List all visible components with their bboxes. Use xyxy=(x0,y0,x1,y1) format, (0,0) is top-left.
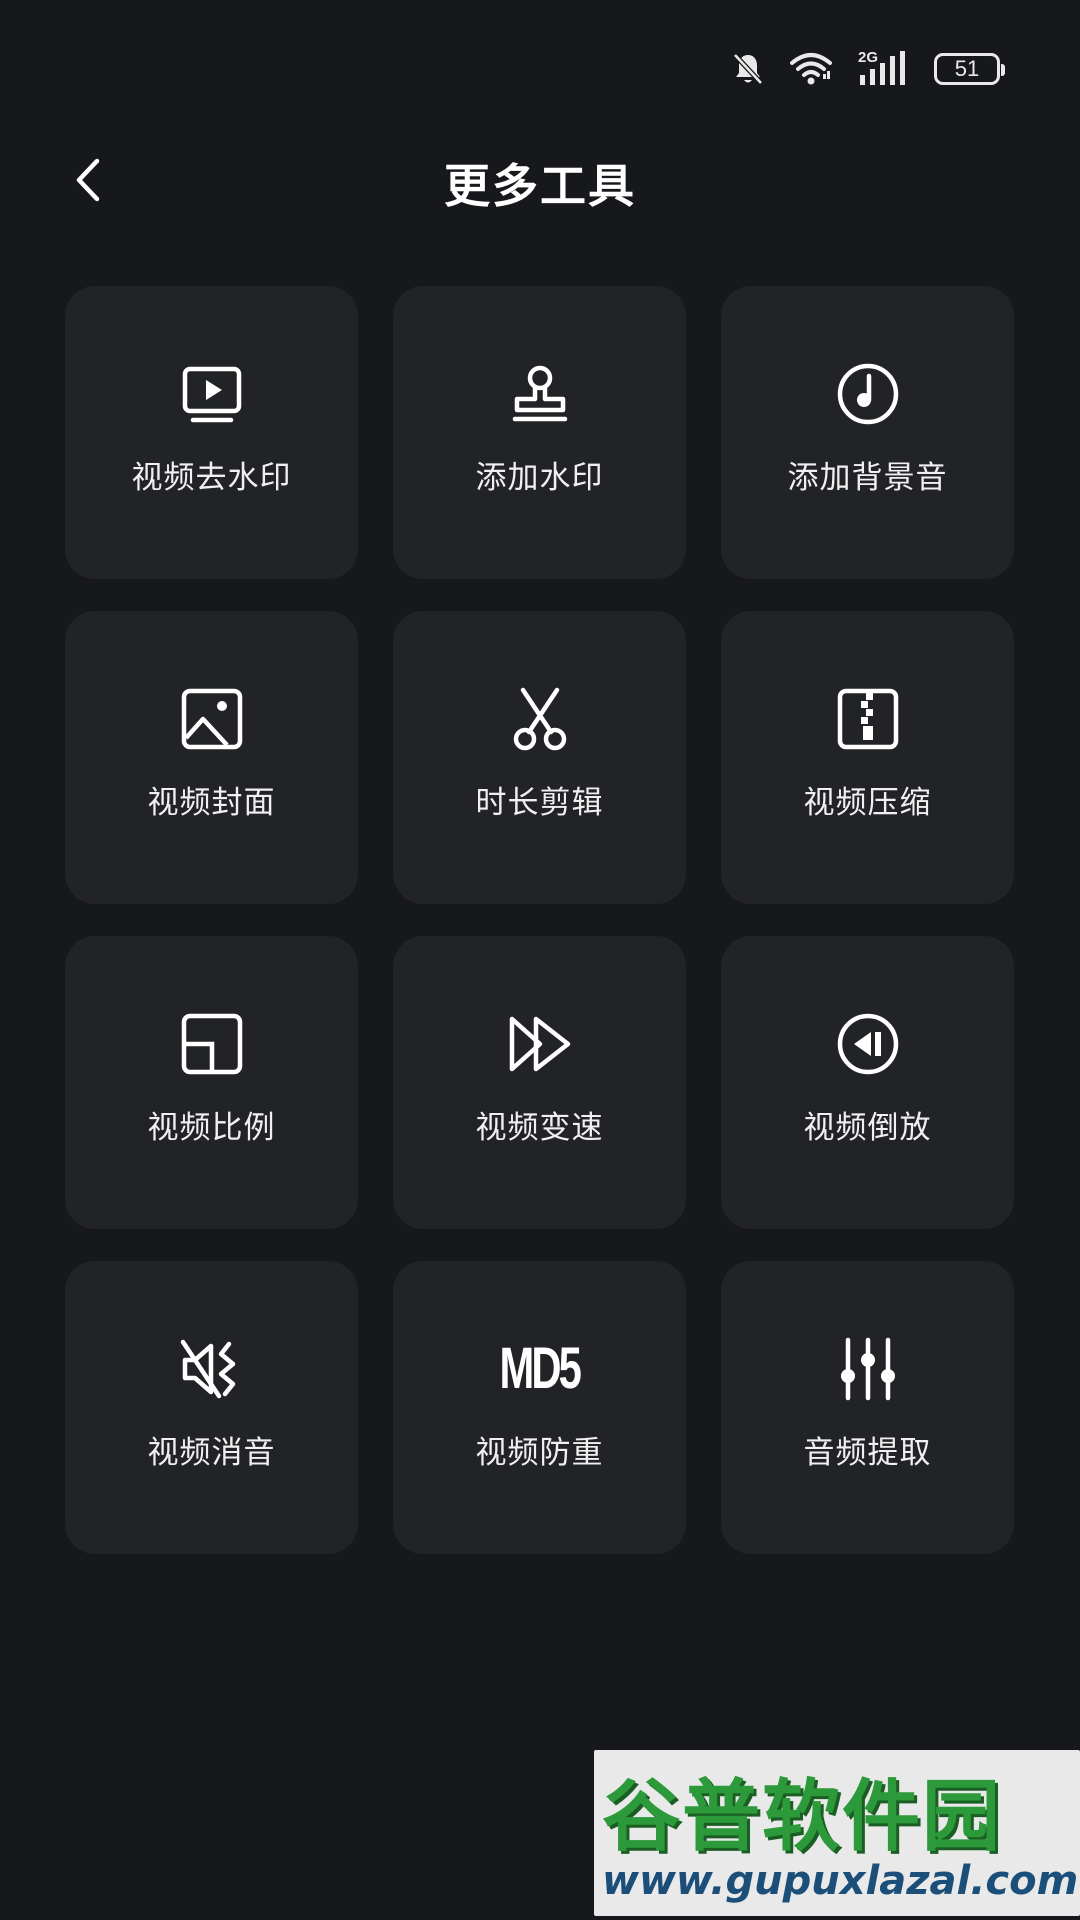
battery-level: 51 xyxy=(954,56,980,81)
md5-icon: MD5 xyxy=(500,1333,582,1405)
md5-icon-text: MD5 xyxy=(499,1336,582,1401)
tool-label: 添加背景音 xyxy=(787,460,948,496)
watermark-name: 谷普软件园 xyxy=(602,1772,1003,1862)
zip-icon xyxy=(832,683,904,755)
tool-label: 视频消音 xyxy=(147,1435,276,1471)
tool-label: 音频提取 xyxy=(803,1435,932,1471)
equalizer-icon xyxy=(832,1333,904,1405)
scissors-icon xyxy=(504,683,576,755)
tool-audio-extract[interactable]: 音频提取 xyxy=(721,1261,1014,1554)
watermark-url: www.gupuxlazal.com xyxy=(602,1858,1079,1904)
tools-grid: 视频去水印 添加水印 添加背景音 视频封面 时长剪辑 视频压缩 视频比例 视频变… xyxy=(65,286,1014,1554)
mute-icon xyxy=(176,1333,248,1405)
tool-label: 添加水印 xyxy=(475,460,604,496)
tool-label: 视频压缩 xyxy=(803,785,932,821)
tool-aspect-ratio[interactable]: 视频比例 xyxy=(65,936,358,1229)
tool-label: 视频去水印 xyxy=(131,460,292,496)
tool-label: 视频防重 xyxy=(475,1435,604,1471)
status-bar: 2G 51 xyxy=(732,44,1005,94)
tool-speed[interactable]: 视频变速 xyxy=(393,936,686,1229)
tool-add-bgm[interactable]: 添加背景音 xyxy=(721,286,1014,579)
more-tools-screen: 2G 51 更多工具 视频去水印 添加水印 添加背景音 视频封面 时长剪辑 视频… xyxy=(0,0,1080,1920)
tool-video-cover[interactable]: 视频封面 xyxy=(65,611,358,904)
reverse-play-icon xyxy=(832,1008,904,1080)
tool-label: 视频倒放 xyxy=(803,1110,932,1146)
aspect-ratio-icon xyxy=(176,1008,248,1080)
tool-trim[interactable]: 时长剪辑 xyxy=(393,611,686,904)
tool-label: 视频比例 xyxy=(147,1110,276,1146)
tool-remove-watermark[interactable]: 视频去水印 xyxy=(65,286,358,579)
header: 更多工具 xyxy=(0,140,1080,220)
tool-label: 视频封面 xyxy=(147,785,276,821)
image-icon xyxy=(176,683,248,755)
signal-icon: 2G xyxy=(858,49,908,89)
music-circle-icon xyxy=(832,358,904,430)
tool-label: 时长剪辑 xyxy=(475,785,604,821)
bell-muted-icon xyxy=(732,52,764,86)
tool-reverse[interactable]: 视频倒放 xyxy=(721,936,1014,1229)
wifi-icon xyxy=(790,52,832,86)
fast-forward-icon xyxy=(504,1008,576,1080)
tool-add-watermark[interactable]: 添加水印 xyxy=(393,286,686,579)
site-watermark: 谷普软件园 www.gupuxlazal.com xyxy=(594,1750,1080,1916)
battery-icon: 51 xyxy=(934,53,1005,85)
tool-mute[interactable]: 视频消音 xyxy=(65,1261,358,1554)
tool-label: 视频变速 xyxy=(475,1110,604,1146)
monitor-play-icon xyxy=(176,358,248,430)
tool-anti-duplicate[interactable]: MD5 视频防重 xyxy=(393,1261,686,1554)
tool-compress[interactable]: 视频压缩 xyxy=(721,611,1014,904)
page-title: 更多工具 xyxy=(444,159,636,213)
stamp-icon xyxy=(504,358,576,430)
